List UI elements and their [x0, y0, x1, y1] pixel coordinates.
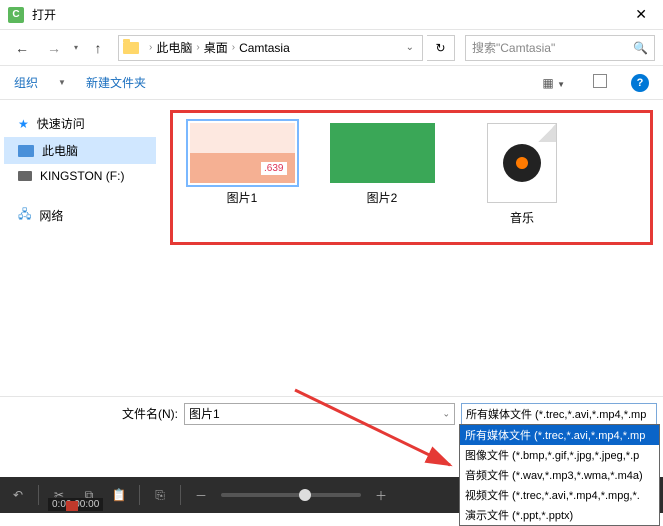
sidebar-item-label: 此电脑 [42, 142, 78, 159]
thumbnail [330, 123, 435, 183]
search-input[interactable]: 搜索"Camtasia" 🔍 [465, 35, 655, 61]
sidebar-item-label: 快速访问 [37, 115, 85, 132]
main-area: ★ 快速访问 此电脑 KINGSTON (F:) 🖧 网络 图片1 图片2 [0, 100, 663, 390]
split-button[interactable]: ⎘ [150, 485, 170, 505]
chevron-down-icon[interactable]: ⌄ [442, 408, 450, 419]
file-label: 图片1 [227, 189, 258, 206]
file-list: 图片1 图片2 音乐 [160, 100, 663, 390]
network-icon: 🖧 [18, 205, 31, 226]
chevron-right-icon: › [149, 42, 152, 53]
filter-selected-label: 所有媒体文件 (*.trec,*.avi,*.mp4,*.mp [466, 406, 646, 422]
zoom-slider[interactable] [221, 493, 361, 497]
path-dropdown-icon[interactable]: ⌄ [402, 42, 418, 53]
refresh-button[interactable]: ↻ [427, 35, 455, 61]
new-folder-button[interactable]: 新建文件夹 [86, 74, 146, 91]
playhead-icon [66, 501, 78, 511]
crumb-folder[interactable]: Camtasia [239, 41, 290, 55]
chevron-down-icon: ▼ [58, 78, 66, 87]
help-button[interactable]: ? [631, 74, 649, 92]
annotation-red-box: 图片1 图片2 音乐 [170, 110, 653, 245]
file-label: 图片2 [367, 189, 398, 206]
search-placeholder: 搜索"Camtasia" [472, 39, 555, 56]
filter-option-image[interactable]: 图像文件 (*.bmp,*.gif,*.jpg,*.jpeg,*.p [460, 445, 659, 465]
sidebar-item-quick-access[interactable]: ★ 快速访问 [4, 110, 156, 137]
paste-button[interactable]: 📋 [109, 485, 129, 505]
slider-knob[interactable] [299, 489, 311, 501]
undo-button[interactable]: ↶ [8, 485, 28, 505]
close-button[interactable]: ✕ [627, 2, 655, 27]
navbar: ← → ▾ ↑ › 此电脑 › 桌面 › Camtasia ⌄ ↻ 搜索"Cam… [0, 30, 663, 66]
breadcrumb[interactable]: › 此电脑 › 桌面 › Camtasia ⌄ [118, 35, 423, 61]
filename-value: 图片1 [189, 405, 220, 422]
file-label: 音乐 [510, 209, 534, 226]
chevron-right-icon: › [196, 42, 199, 53]
history-dropdown-icon[interactable]: ▾ [74, 43, 78, 52]
organize-menu[interactable]: 组织 [14, 74, 38, 91]
back-button[interactable]: ← [8, 36, 36, 60]
sidebar-item-usb[interactable]: KINGSTON (F:) [4, 164, 156, 188]
usb-icon [18, 171, 32, 181]
view-options-button[interactable]: ▦ ▼ [538, 74, 569, 92]
sidebar-item-label: KINGSTON (F:) [40, 169, 124, 183]
zoom-out-button[interactable]: － [191, 485, 211, 505]
filetype-dropdown: 所有媒体文件 (*.trec,*.avi,*.mp4,*.mp 图像文件 (*.… [459, 424, 660, 526]
toolbar: 组织 ▼ 新建文件夹 ▦ ▼ ? [0, 66, 663, 100]
crumb-desktop[interactable]: 桌面 [204, 39, 228, 56]
sidebar-item-label: 网络 [39, 207, 63, 224]
window-title: 打开 [32, 6, 627, 23]
search-icon: 🔍 [633, 41, 648, 55]
filter-option-video[interactable]: 视频文件 (*.trec,*.avi,*.mp4,*.mpg,*. [460, 485, 659, 505]
filter-option-audio[interactable]: 音频文件 (*.wav,*.mp3,*.wma,*.m4a) [460, 465, 659, 485]
up-button[interactable]: ↑ [86, 36, 110, 60]
pin-icon: ★ [18, 117, 29, 131]
pc-icon [18, 145, 34, 157]
filename-label: 文件名(N): [122, 405, 178, 422]
thumbnail [487, 123, 557, 203]
filter-option-ppt[interactable]: 演示文件 (*.ppt,*.pptx) [460, 505, 659, 525]
filetype-filter[interactable]: 所有媒体文件 (*.trec,*.avi,*.mp4,*.mp [461, 403, 657, 425]
crumb-root[interactable]: 此电脑 [156, 39, 192, 56]
sidebar-item-network[interactable]: 🖧 网络 [4, 200, 156, 231]
folder-icon [123, 42, 139, 54]
zoom-in-button[interactable]: ＋ [371, 485, 391, 505]
forward-button[interactable]: → [40, 36, 68, 60]
chevron-right-icon: › [232, 42, 235, 53]
app-icon: C [8, 7, 24, 23]
filter-option-all[interactable]: 所有媒体文件 (*.trec,*.avi,*.mp4,*.mp [460, 425, 659, 445]
sidebar-item-this-pc[interactable]: 此电脑 [4, 137, 156, 164]
file-item-music[interactable]: 音乐 [467, 123, 577, 226]
titlebar: C 打开 ✕ [0, 0, 663, 30]
preview-pane-button[interactable] [589, 72, 611, 93]
file-item-image1[interactable]: 图片1 [187, 123, 297, 206]
file-item-image2[interactable]: 图片2 [327, 123, 437, 206]
filename-input[interactable]: 图片1 ⌄ [184, 403, 455, 425]
sidebar: ★ 快速访问 此电脑 KINGSTON (F:) 🖧 网络 [0, 100, 160, 390]
thumbnail [190, 123, 295, 183]
